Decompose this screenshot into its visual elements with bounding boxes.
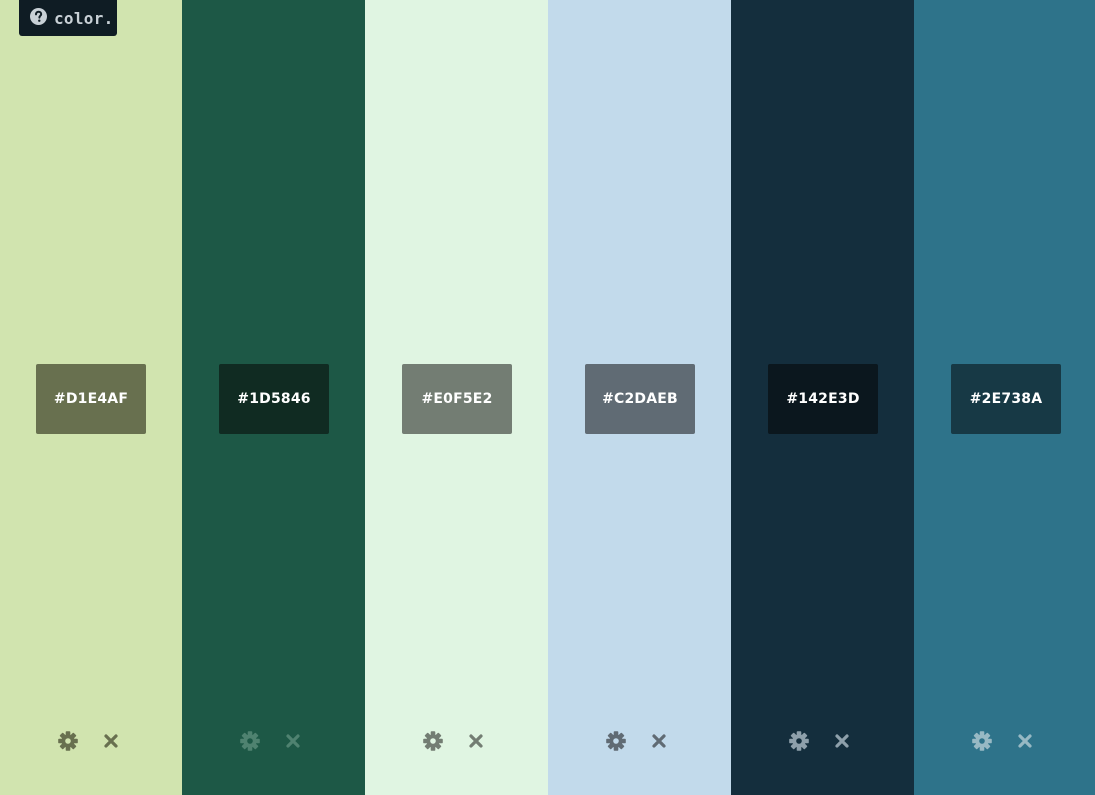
close-icon[interactable] — [831, 730, 853, 752]
close-icon[interactable] — [648, 730, 670, 752]
close-icon[interactable] — [465, 730, 487, 752]
gear-icon[interactable] — [788, 730, 810, 752]
color-column-3[interactable]: #E0F5E2 — [365, 0, 548, 795]
column-actions — [914, 730, 1095, 752]
color-column-4[interactable]: #C2DAEB — [548, 0, 731, 795]
palette: #D1E4AF #1D5846 #E0F5E2 #C2DAEB #142E3D — [0, 0, 1095, 795]
gear-icon[interactable] — [57, 730, 79, 752]
hex-code-label[interactable]: #142E3D — [768, 364, 878, 434]
color-column-1[interactable]: #D1E4AF — [0, 0, 182, 795]
color-column-5[interactable]: #142E3D — [731, 0, 914, 795]
app-logo[interactable]: color. — [19, 0, 117, 36]
hex-code-label[interactable]: #1D5846 — [219, 364, 329, 434]
gear-icon[interactable] — [971, 730, 993, 752]
column-actions — [731, 730, 914, 752]
close-icon[interactable] — [100, 730, 122, 752]
close-icon[interactable] — [282, 730, 304, 752]
color-column-6[interactable]: #2E738A — [914, 0, 1095, 795]
column-actions — [182, 730, 365, 752]
gear-icon[interactable] — [239, 730, 261, 752]
column-actions — [548, 730, 731, 752]
gear-icon[interactable] — [422, 730, 444, 752]
hex-code-label[interactable]: #2E738A — [951, 364, 1061, 434]
hex-code-label[interactable]: #C2DAEB — [585, 364, 695, 434]
hex-code-label[interactable]: #D1E4AF — [36, 364, 146, 434]
help-circle-icon[interactable] — [30, 7, 47, 29]
column-actions — [0, 730, 182, 752]
logo-text: color. — [54, 8, 114, 28]
column-actions — [365, 730, 548, 752]
gear-icon[interactable] — [605, 730, 627, 752]
close-icon[interactable] — [1014, 730, 1036, 752]
hex-code-label[interactable]: #E0F5E2 — [402, 364, 512, 434]
color-column-2[interactable]: #1D5846 — [182, 0, 365, 795]
